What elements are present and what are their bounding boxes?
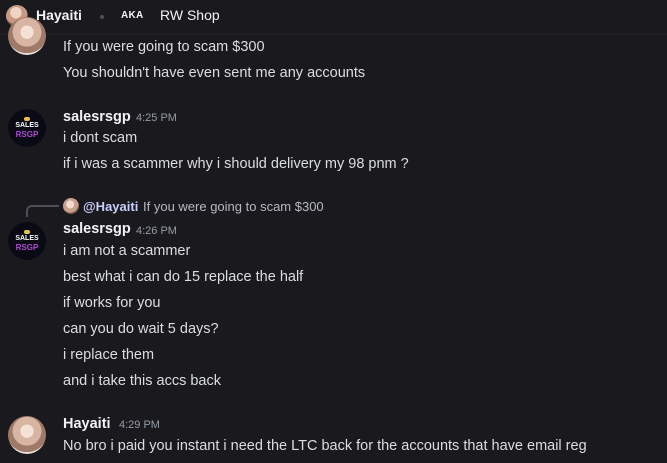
message-line: i replace them: [63, 347, 155, 363]
reply-mention[interactable]: @Hayaiti: [83, 199, 138, 214]
avatar[interactable]: [8, 416, 46, 454]
aka-badge: AKA: [121, 10, 144, 21]
message-author[interactable]: Hayaiti: [63, 416, 111, 432]
avatar-text: RSGP: [15, 243, 39, 252]
message-author[interactable]: salesrsgp: [63, 221, 131, 237]
header-alias[interactable]: RW Shop: [160, 7, 220, 23]
avatar-text: RSGP: [15, 130, 39, 139]
reply-preview-text[interactable]: If you were going to scam $300: [143, 199, 324, 214]
dm-header: Hayaiti AKA RW Shop: [0, 0, 667, 35]
message-line: i am not a scammer: [63, 243, 191, 259]
message-line: best what i can do 15 replace the half: [63, 269, 304, 285]
message-line: You shouldn't have even sent me any acco…: [63, 65, 366, 81]
header-username[interactable]: Hayaiti: [36, 7, 82, 23]
avatar[interactable]: [8, 17, 46, 55]
separator-dot-icon: [100, 15, 104, 19]
message-line: if works for you: [63, 295, 161, 311]
message-line: and i take this accs back: [63, 373, 221, 389]
message-timestamp: 4:25 PM: [136, 112, 177, 124]
message-line: i dont scam: [63, 130, 138, 146]
avatar[interactable]: SALES RSGP: [8, 109, 46, 147]
message-line: If you were going to scam $300: [63, 39, 265, 55]
gem-icon: [24, 230, 30, 234]
message-line: if i was a scammer why i should delivery…: [63, 156, 409, 172]
message-line: can you do wait 5 days?: [63, 321, 219, 337]
gem-icon: [24, 117, 30, 121]
avatar-text: SALES: [15, 235, 39, 242]
avatar[interactable]: SALES RSGP: [8, 222, 46, 260]
reply-avatar[interactable]: [63, 198, 79, 214]
reply-connector: [26, 205, 59, 217]
message-author[interactable]: salesrsgp: [63, 109, 131, 125]
message-line: No bro i paid you instant i need the LTC…: [63, 438, 587, 454]
message-timestamp: 4:26 PM: [136, 225, 177, 237]
avatar-text: SALES: [15, 122, 39, 129]
message-timestamp: 4:29 PM: [119, 419, 160, 431]
